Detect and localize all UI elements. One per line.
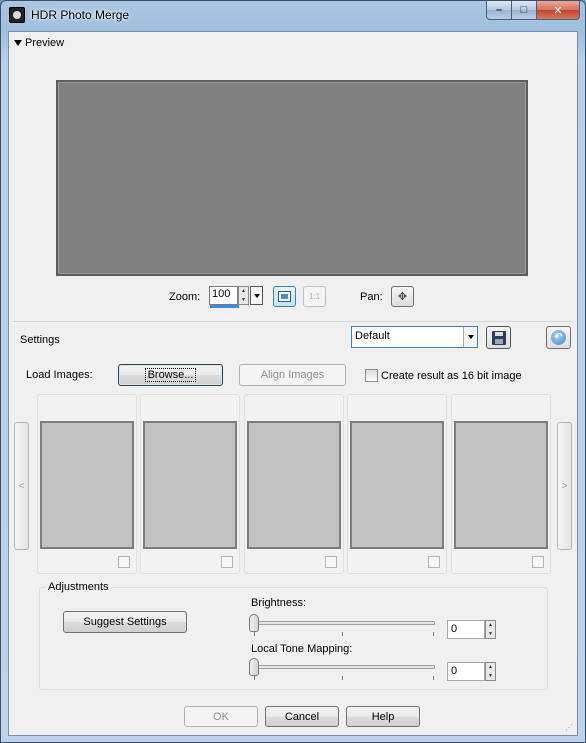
chevron-down-icon <box>253 293 260 298</box>
floppy-disk-icon <box>491 330 506 345</box>
preview-toggle-label: Preview <box>25 37 65 49</box>
brightness-spinner[interactable]: ▲ ▼ <box>485 620 496 639</box>
pan-icon: ✥ <box>397 291 408 303</box>
thumbnail-checkbox[interactable] <box>118 556 130 568</box>
browse-button[interactable]: Browse... <box>118 364 223 386</box>
pan-button[interactable]: ✥ <box>391 286 414 307</box>
thumbnail-image[interactable] <box>143 421 237 549</box>
spin-down-icon[interactable]: ▼ <box>239 296 248 305</box>
spin-up-icon[interactable]: ▲ <box>486 663 495 672</box>
maximize-button[interactable]: □ <box>512 1 537 20</box>
spin-up-icon[interactable]: ▲ <box>239 287 248 296</box>
settings-dropdown-button[interactable] <box>463 327 477 347</box>
fit-to-window-icon <box>278 291 291 302</box>
dialog-client-area: Preview Zoom: 100 ▲ ▼ 1:1 Pan: ✥ Setting… <box>8 31 578 736</box>
thumbnail-image[interactable] <box>247 421 341 549</box>
thumbnail-slot[interactable] <box>140 394 240 574</box>
minimize-button[interactable]: – <box>486 1 512 20</box>
thumbnail-slot[interactable] <box>347 394 447 574</box>
tone-tick <box>342 676 343 680</box>
close-button[interactable]: ✕ <box>537 1 580 20</box>
create-16bit-checkbox[interactable] <box>365 369 378 382</box>
title-bar[interactable]: HDR Photo Merge – □ ✕ <box>1 1 585 31</box>
preview-canvas[interactable] <box>56 80 528 276</box>
ok-button[interactable]: OK <box>184 706 258 727</box>
hdr-photo-merge-window: HDR Photo Merge – □ ✕ Preview Zoom: 100 … <box>0 0 586 743</box>
chevron-down-icon <box>467 335 474 339</box>
brightness-tick <box>433 632 434 636</box>
brightness-slider-track[interactable] <box>253 621 435 625</box>
thumbnail-slot[interactable] <box>37 394 137 574</box>
window-title: HDR Photo Merge <box>31 8 130 22</box>
tone-slider-thumb[interactable] <box>249 658 259 676</box>
thumbnail-image[interactable] <box>40 421 134 549</box>
load-images-label: Load Images: <box>26 369 93 381</box>
spin-up-icon[interactable]: ▲ <box>486 621 495 630</box>
suggest-settings-button[interactable]: Suggest Settings <box>63 611 187 633</box>
brightness-tick <box>254 632 255 636</box>
zoom-focus-underline <box>210 305 239 308</box>
reset-icon: ↶ <box>551 330 566 345</box>
zoom-label: Zoom: <box>169 291 201 303</box>
section-divider <box>13 321 573 322</box>
brightness-slider-thumb[interactable] <box>249 614 259 632</box>
thumbnail-image[interactable] <box>350 421 444 549</box>
fit-to-window-button[interactable] <box>273 286 296 307</box>
browse-button-label: Browse... <box>144 368 197 382</box>
zoom-input[interactable]: 100 <box>209 286 238 305</box>
zoom-spinner[interactable]: ▲ ▼ <box>238 286 249 305</box>
local-tone-mapping-label: Local Tone Mapping: <box>251 643 353 655</box>
adjustments-label: Adjustments <box>46 581 111 593</box>
zoom-dropdown-button[interactable] <box>250 286 263 305</box>
spin-down-icon[interactable]: ▼ <box>486 630 495 639</box>
actual-size-button[interactable]: 1:1 <box>303 286 326 307</box>
tone-tick <box>433 676 434 680</box>
create-16bit-option[interactable]: Create result as 16 bit image <box>365 369 522 382</box>
reset-button[interactable]: ↶ <box>546 326 571 349</box>
thumbnail-slot[interactable] <box>451 394 551 574</box>
pan-label: Pan: <box>360 291 383 303</box>
brightness-label: Brightness: <box>251 597 307 609</box>
thumbnail-checkbox[interactable] <box>428 556 440 568</box>
thumbnail-checkbox[interactable] <box>221 556 233 568</box>
cancel-button[interactable]: Cancel <box>265 706 339 727</box>
align-images-button[interactable]: Align Images <box>239 364 346 386</box>
thumbnail-prev-button[interactable]: < <box>14 422 29 550</box>
settings-label: Settings <box>20 334 60 346</box>
tone-tick <box>254 676 255 680</box>
triangle-down-icon <box>14 40 22 46</box>
tone-input[interactable]: 0 <box>447 662 485 681</box>
app-icon <box>9 7 25 23</box>
thumbnail-checkbox[interactable] <box>325 556 337 568</box>
spin-down-icon[interactable]: ▼ <box>486 672 495 681</box>
resize-grip-icon[interactable]: ⋰ <box>565 723 575 733</box>
help-button[interactable]: Help <box>346 706 420 727</box>
thumbnail-image[interactable] <box>454 421 548 549</box>
thumbnail-next-button[interactable]: > <box>557 422 572 550</box>
tone-slider-track[interactable] <box>253 665 435 669</box>
thumbnail-slot[interactable] <box>244 394 344 574</box>
brightness-tick <box>342 632 343 636</box>
save-preset-button[interactable] <box>486 326 511 349</box>
caption-buttons: – □ ✕ <box>486 1 580 21</box>
settings-preset-select[interactable]: Default <box>351 326 478 348</box>
create-16bit-label: Create result as 16 bit image <box>381 369 522 382</box>
thumbnail-checkbox[interactable] <box>532 556 544 568</box>
tone-spinner[interactable]: ▲ ▼ <box>485 662 496 681</box>
preview-toggle[interactable]: Preview <box>14 37 64 49</box>
brightness-input[interactable]: 0 <box>447 620 485 639</box>
